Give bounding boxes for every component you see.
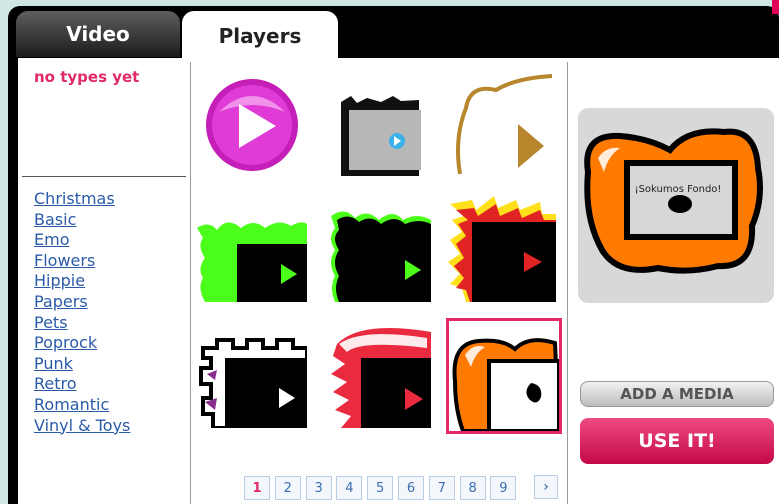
category-link[interactable]: Hippie [34,271,85,290]
page-button[interactable]: 1 [244,476,270,500]
pagination: 1 2 3 4 5 6 7 8 9 [244,476,521,500]
player-thumb-red-jaw[interactable] [321,318,431,428]
magenta-play-orb-icon [206,79,298,171]
player-thumb-gold-frame[interactable] [446,68,556,178]
category-link[interactable]: Pets [34,313,68,332]
gold-frame-arrow-icon [456,74,553,175]
black-splat-player-icon [331,211,431,302]
grey-screen-player-icon [341,96,421,176]
page-button[interactable]: 8 [459,476,486,500]
category-link[interactable]: Vinyl & Toys [34,416,130,435]
player-thumb-castle[interactable] [197,318,307,428]
category-link[interactable]: Retro [34,374,77,393]
castle-player-icon [199,338,307,428]
category-link[interactable]: Emo [34,230,69,249]
red-jaw-player-icon [331,328,431,428]
player-thumb-grey-screen[interactable] [321,68,431,178]
types-message: no types yet [34,68,140,86]
yellow-spike-player-icon [448,196,556,302]
types-divider [22,176,186,177]
preview-player-image: ¡Sokumos Fondo! [584,128,763,274]
preview-screen-text: ¡Sokumos Fondo! [635,184,722,195]
category-link[interactable]: Flowers [34,251,95,270]
sidebar-divider [190,62,191,504]
category-link[interactable]: Punk [34,354,73,373]
page-button[interactable]: 5 [367,476,394,500]
preview-divider [567,62,568,504]
page-button[interactable]: 9 [490,476,517,500]
player-thumb-magenta-play[interactable] [197,68,307,178]
orange-blob-player-icon [452,338,559,431]
page-button[interactable]: 3 [305,476,332,500]
tab-players[interactable]: Players [182,11,338,61]
category-list: Christmas Basic Emo Flowers Hippie Paper… [34,189,130,436]
player-thumb-orange-blob[interactable] [446,318,562,434]
page-button[interactable]: 6 [397,476,424,500]
player-preview: ¡Sokumos Fondo! [578,108,774,303]
use-it-button[interactable]: USE IT! [580,418,774,464]
player-thumb-yellow-spike[interactable] [446,192,556,302]
green-splat-player-icon [197,222,307,302]
next-page-button[interactable]: › [534,475,558,499]
page-button[interactable]: 7 [428,476,455,500]
player-thumb-green-splat[interactable] [197,192,307,302]
category-link[interactable]: Poprock [34,333,97,352]
player-thumb-black-splat[interactable] [321,192,431,302]
category-link[interactable]: Papers [34,292,88,311]
page-button[interactable]: 2 [274,476,301,500]
corner-marker [772,0,779,14]
tab-video[interactable]: Video [16,11,180,57]
page-button[interactable]: 4 [336,476,363,500]
category-link[interactable]: Christmas [34,189,115,208]
category-link[interactable]: Basic [34,210,76,229]
category-link[interactable]: Romantic [34,395,109,414]
add-media-button[interactable]: ADD A MEDIA [580,381,774,407]
